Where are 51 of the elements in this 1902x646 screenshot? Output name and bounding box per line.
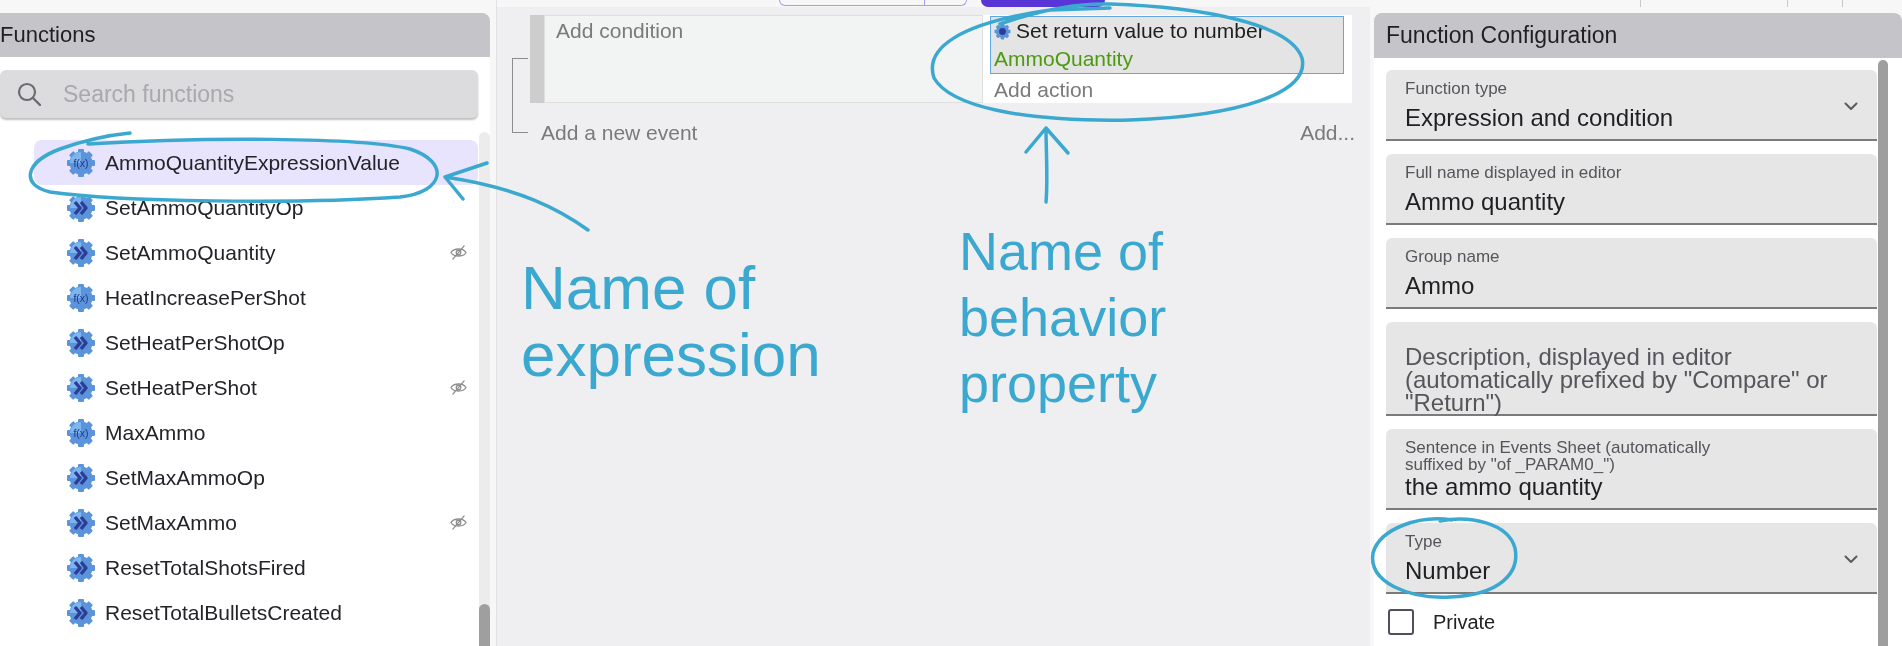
- list-item[interactable]: f(x) AmmoQuantityExpressionValue: [34, 140, 478, 185]
- field-label: Sentence in Events Sheet (automatically suffixed by "of _PARAM0_"): [1405, 439, 1712, 473]
- list-item[interactable]: f(x) MaxAmmo: [34, 410, 478, 455]
- scrollbar-thumb[interactable]: [479, 604, 490, 646]
- chevron-gear-icon: [66, 372, 96, 403]
- chevron-gear-icon: [66, 552, 96, 583]
- add-action-button[interactable]: Add action: [990, 76, 1344, 104]
- list-item[interactable]: SetHeatPerShotOp: [34, 320, 478, 365]
- chevron-gear-icon: [66, 597, 96, 628]
- primary-button[interactable]: [981, 0, 1105, 7]
- panel-title: Functions: [0, 22, 96, 48]
- field-label: Type: [1405, 533, 1442, 550]
- list-item[interactable]: SetHeatPerShot: [34, 365, 478, 410]
- function-gear-icon: f(x): [66, 282, 96, 313]
- drag-handle[interactable]: [530, 15, 544, 103]
- annotation-text: Name of expression: [521, 254, 822, 388]
- list-item[interactable]: SetMaxAmmo: [34, 500, 478, 545]
- add-event-button[interactable]: Add a new event: [530, 119, 698, 147]
- text-area[interactable]: Description, displayed in editor (automatically prefixed by "Compare" or "Return"): [1386, 322, 1877, 416]
- add-menu-button[interactable]: Add...: [1300, 119, 1355, 147]
- list-item[interactable]: ResetTotalShotsFired: [34, 545, 478, 590]
- select-field[interactable]: Type Number: [1386, 523, 1877, 594]
- scrollbar-thumb[interactable]: [1878, 60, 1888, 646]
- chevron-down-icon: [1844, 101, 1858, 111]
- action-item[interactable]: Set return value to number AmmoQuantity: [990, 16, 1344, 74]
- annotation-text: Name of behavior property: [959, 220, 1168, 415]
- list-item[interactable]: SetMaxAmmoOp: [34, 455, 478, 500]
- chevron-down-icon: [1844, 554, 1858, 564]
- list-item[interactable]: ResetTotalBulletsCreated: [34, 590, 478, 635]
- list-item[interactable]: f(x) HeatIncreasePerShot: [34, 275, 478, 320]
- chevron-gear-icon: [66, 507, 96, 538]
- add-condition-button[interactable]: Add condition: [556, 19, 684, 42]
- select-field[interactable]: Function type Expression and condition: [1386, 70, 1877, 141]
- chevron-gear-icon: [66, 327, 96, 358]
- field-label: Group name: [1405, 248, 1500, 265]
- checkbox[interactable]: [1388, 609, 1414, 635]
- panel-title: Function Configuration: [1386, 22, 1618, 49]
- function-gear-icon: f(x): [66, 417, 96, 448]
- chevron-gear-icon: [66, 462, 96, 493]
- list-item[interactable]: SetAmmoQuantityOp: [34, 185, 478, 230]
- chevron-gear-icon: [66, 237, 96, 268]
- text-field[interactable]: Group name Ammo: [1386, 238, 1877, 309]
- function-gear-icon: f(x): [66, 147, 96, 178]
- text-field[interactable]: Full name displayed in editor Ammo quantity: [1386, 154, 1877, 225]
- search-icon: [17, 82, 41, 106]
- field-label: Full name displayed in editor: [1405, 164, 1622, 181]
- list-item[interactable]: SetAmmoQuantity: [34, 230, 478, 275]
- field-label: Function type: [1405, 80, 1508, 97]
- text-field[interactable]: Sentence in Events Sheet (automatically suffixed by "of _PARAM0_") the ammo quantity: [1386, 429, 1877, 510]
- checkbox-label: Private: [1433, 610, 1496, 634]
- gear-icon: [994, 22, 1011, 40]
